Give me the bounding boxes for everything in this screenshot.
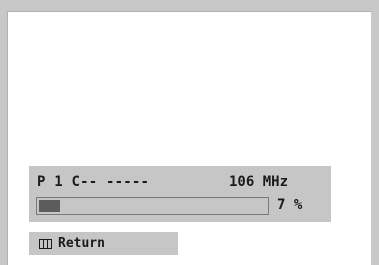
scan-progress-fill xyxy=(39,200,60,212)
channel-scan-panel: P 1 C-- ----- 106 MHz 7 % xyxy=(29,166,331,222)
return-button[interactable]: Return xyxy=(29,232,178,255)
return-label: Return xyxy=(58,236,105,251)
frequency-readout: 106 MHz xyxy=(229,174,289,190)
program-info: P 1 C-- ----- xyxy=(37,174,150,190)
tv-screen: P 1 C-- ----- 106 MHz 7 % Return xyxy=(0,0,379,265)
progress-percent: 7 % xyxy=(277,197,303,213)
scan-progress-bar xyxy=(36,197,269,215)
menu-icon xyxy=(39,238,52,249)
picture-area xyxy=(7,11,371,265)
